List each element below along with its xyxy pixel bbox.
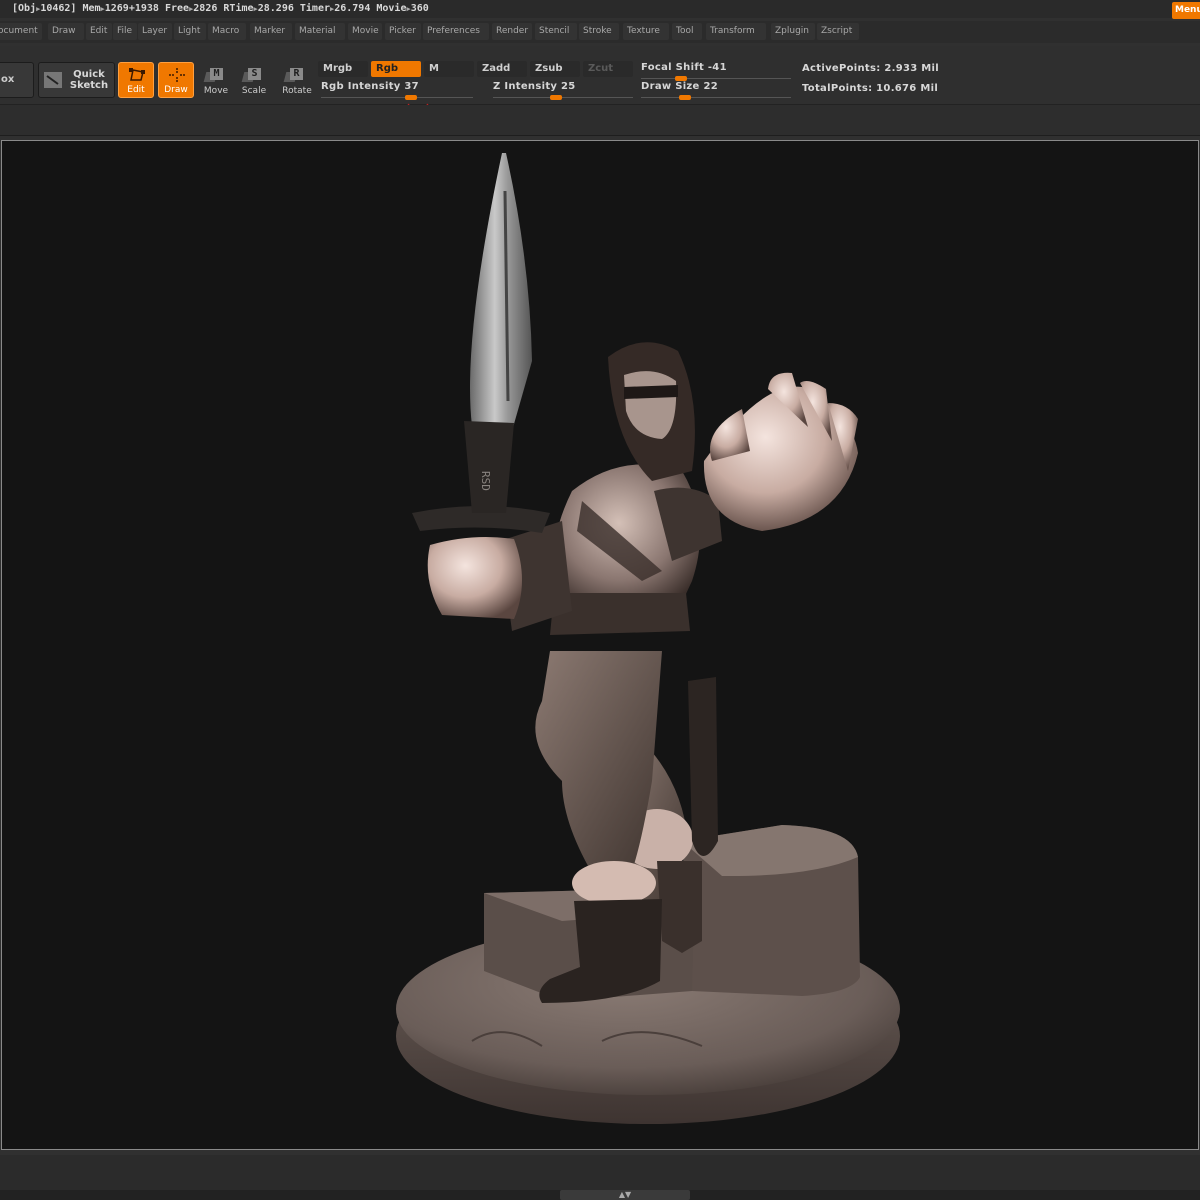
- menu-render[interactable]: Render: [492, 23, 532, 40]
- rgb-intensity-value: 37: [404, 81, 419, 92]
- total-points-readout: TotalPoints: 10.676 Mil: [802, 83, 939, 94]
- status-movie-value: 360: [410, 3, 429, 14]
- menu-marker[interactable]: Marker: [250, 23, 292, 40]
- draw-crosshair-icon: [169, 68, 185, 82]
- top-shelf: ox Quick Sketch Edit Draw M Move S Scale: [0, 46, 1200, 111]
- menu-tool[interactable]: Tool: [672, 23, 702, 40]
- menu-material[interactable]: Material: [295, 23, 345, 40]
- draw-size-label: Draw Size 22: [641, 81, 718, 92]
- move-icon: M: [210, 68, 223, 80]
- z-intensity-value: 25: [561, 81, 576, 92]
- rgb-button[interactable]: Rgb: [371, 61, 421, 77]
- menu-transform[interactable]: Transform: [706, 23, 766, 40]
- status-rtime-label: RTime: [223, 3, 254, 14]
- quick-sketch-label: Quick Sketch: [69, 69, 109, 91]
- active-points-readout: ActivePoints: 2.933 Mil: [802, 63, 939, 74]
- head: [608, 342, 695, 481]
- scale-icon: S: [248, 68, 261, 80]
- menu-stencil[interactable]: Stencil: [535, 23, 577, 40]
- focal-shift-label: Focal Shift -41: [641, 62, 727, 73]
- sculpt-viewport: RSD: [396, 153, 900, 1124]
- status-bar: [Obj▶10462] Mem▶1269+1938 Free▶2826 RTim…: [0, 0, 1200, 19]
- status-movie-label: Movie: [376, 3, 407, 14]
- menu-stroke[interactable]: Stroke: [579, 23, 619, 40]
- edit-mode-button[interactable]: Edit: [118, 62, 154, 98]
- draw-size-slider[interactable]: Draw Size 22: [641, 80, 791, 100]
- menu-draw[interactable]: Draw: [48, 23, 84, 40]
- mrgb-button[interactable]: Mrgb: [318, 61, 368, 77]
- zadd-button[interactable]: Zadd: [477, 61, 527, 77]
- menu-light[interactable]: Light: [174, 23, 206, 40]
- scale-mode-button[interactable]: S Scale: [236, 62, 272, 98]
- belt: [550, 593, 690, 635]
- zsub-button[interactable]: Zsub: [530, 61, 580, 77]
- shelf-strip: [0, 105, 1200, 136]
- rotate-icon: R: [290, 68, 303, 80]
- status-free-value: 2826: [193, 3, 218, 14]
- menu-movie[interactable]: Movie: [348, 23, 382, 40]
- z-intensity-label: Z Intensity 25: [493, 81, 576, 92]
- menu-file[interactable]: File: [113, 23, 137, 40]
- rgb-intensity-knob[interactable]: [405, 95, 417, 100]
- z-intensity-knob[interactable]: [550, 95, 562, 100]
- sword: RSD: [412, 153, 550, 533]
- move-mode-button[interactable]: M Move: [198, 62, 234, 98]
- status-timer-label: Timer: [299, 3, 330, 14]
- scabbard: [688, 677, 718, 856]
- quick-sketch-icon: [44, 72, 62, 88]
- menu-picker[interactable]: Picker: [385, 23, 421, 40]
- menu-bar: ocument Draw Edit File Layer Light Macro…: [0, 21, 1200, 43]
- draw-size-value: 22: [703, 81, 718, 92]
- scale-label: Scale: [241, 86, 267, 96]
- status-free-label: Free: [164, 3, 190, 14]
- rgb-intensity-slider[interactable]: Rgb Intensity 37: [321, 80, 473, 100]
- focal-shift-value: -41: [707, 62, 727, 73]
- move-label: Move: [203, 86, 229, 96]
- menu-edit[interactable]: Edit: [86, 23, 112, 40]
- z-intensity-slider[interactable]: Z Intensity 25: [493, 80, 633, 100]
- barbarian-sculpt: RSD: [396, 153, 900, 1124]
- lightbox-button[interactable]: ox: [0, 62, 34, 98]
- draw-size-knob[interactable]: [679, 95, 691, 100]
- draw-size-track: [641, 97, 791, 98]
- rotate-mode-button[interactable]: R Rotate: [278, 62, 316, 98]
- menus-toggle-button[interactable]: Menu: [1172, 2, 1200, 19]
- edit-icon: [129, 68, 145, 81]
- menu-texture[interactable]: Texture: [623, 23, 669, 40]
- menu-preferences[interactable]: Preferences: [423, 23, 489, 40]
- status-obj: [Obj: [12, 3, 37, 14]
- draw-mode-button[interactable]: Draw: [158, 62, 194, 98]
- status-timer-value: 26.794: [334, 3, 371, 14]
- focal-shift-track: [641, 78, 791, 79]
- rgb-intensity-label: Rgb Intensity 37: [321, 81, 419, 92]
- bottom-shelf: [0, 1155, 1200, 1190]
- svg-text:RSD: RSD: [479, 471, 492, 491]
- menu-layer[interactable]: Layer: [138, 23, 172, 40]
- status-mem-value: 1269+1938: [104, 3, 159, 14]
- quick-sketch-button[interactable]: Quick Sketch: [38, 62, 115, 98]
- document-canvas[interactable]: RSD: [1, 140, 1199, 1150]
- status-mem-label: Mem: [82, 3, 101, 14]
- rgb-intensity-track: [321, 97, 473, 98]
- m-button[interactable]: M: [424, 61, 474, 77]
- sword-fist: [427, 537, 522, 619]
- lightbox-label: ox: [1, 74, 15, 85]
- tray-toggle-icon[interactable]: ▲▼: [560, 1190, 690, 1200]
- menu-macro[interactable]: Macro: [208, 23, 246, 40]
- menu-document[interactable]: ocument: [0, 23, 42, 40]
- z-intensity-track: [493, 97, 633, 98]
- status-stats: [Obj▶10462] Mem▶1269+1938 Free▶2826 RTim…: [12, 1, 429, 17]
- draw-label: Draw: [164, 85, 188, 95]
- rotate-label: Rotate: [282, 86, 312, 96]
- zcut-button[interactable]: Zcut: [583, 61, 633, 77]
- status-obj-count: 10462]: [40, 3, 77, 14]
- edit-label: Edit: [127, 85, 145, 95]
- menu-zplugin[interactable]: Zplugin: [771, 23, 815, 40]
- focal-shift-slider[interactable]: Focal Shift -41: [641, 61, 791, 81]
- menu-zscript[interactable]: Zscript: [817, 23, 859, 40]
- status-rtime-value: 28.296: [257, 3, 294, 14]
